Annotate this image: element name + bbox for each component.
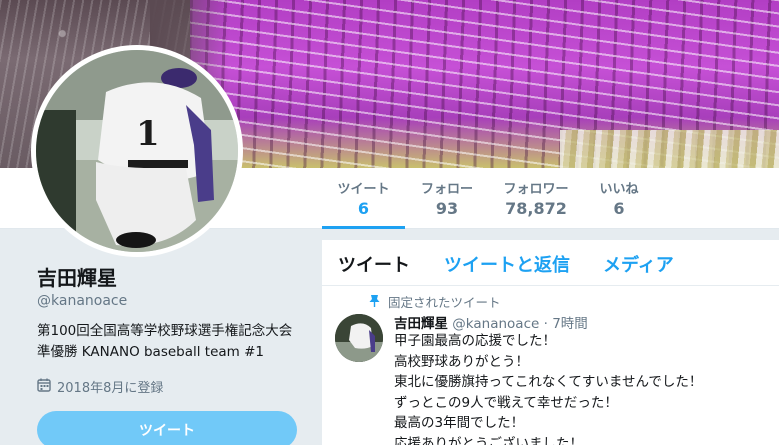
avatar-photo: 1 [36,50,238,252]
nav-tab-count: 6 [613,199,625,218]
tab-media[interactable]: メディア [603,251,674,277]
pinned-tweet-label: 固定されたツイート [369,292,501,311]
profile-handle[interactable]: @kananoace [37,293,127,309]
tweet-avatar[interactable] [335,314,383,362]
nav-tab-label: いいね [599,182,639,197]
nav-tab-following[interactable]: フォロー 93 [414,178,480,218]
nav-tab-count: 6 [357,199,370,218]
tweet-line: ずっとこの9人で戦えて幸せだった！ [394,394,618,411]
profile-bio: 第100回全国高等学校野球選手権記念大会準優勝 KANANO baseball … [37,323,293,360]
calendar-icon [37,378,51,396]
pin-icon [369,294,380,310]
nav-tab-label: フォロワー [503,182,569,197]
tweet-text: 甲子園最高の応援でした！ 高校野球ありがとう！ 東北に優勝旗持ってこれなくてすい… [394,331,774,445]
timeline-tabs: ツイート ツイートと返信 メディア [322,240,779,286]
profile-avatar[interactable]: 1 [31,45,243,257]
timeline: ツイート ツイートと返信 メディア 固定されたツイート 吉田輝星 @kanano… [322,240,779,445]
profile-name: 吉田輝星 [37,266,117,290]
tweet-line: 高校野球ありがとう！ [394,353,529,370]
tweet-to-button[interactable]: ツイート [37,411,297,445]
tweet-author-name[interactable]: 吉田輝星 [394,316,448,332]
nav-tab-followers[interactable]: フォロワー 78,872 [498,178,574,218]
tweet-header: 吉田輝星 @kananoace · 7時間 [394,312,588,332]
svg-text:1: 1 [136,114,160,154]
pinned-text: 固定されたツイート [388,295,501,310]
banner-crowd-lower [560,130,779,168]
tweet-line: 東北に優勝旗持ってこれなくてすいませんでした！ [394,374,703,390]
tab-tweets-and-replies[interactable]: ツイートと返信 [444,251,570,277]
nav-tab-count: 78,872 [505,199,567,218]
joined-text: 2018年8月に登録 [57,381,164,396]
nav-tab-label: ツイート [337,182,390,197]
joined-date: 2018年8月に登録 [37,377,163,396]
nav-tab-tweets[interactable]: ツイート 6 [322,178,405,229]
tweet-line: 最高の3年間でした！ [394,415,525,431]
tweet-separator: · [543,316,548,332]
tab-tweets[interactable]: ツイート [338,251,410,277]
nav-tab-label: フォロー [420,182,473,197]
tweet-line: 甲子園最高の応援でした！ [394,333,556,349]
tweet-timestamp[interactable]: 7時間 [552,316,588,332]
tweet-author-handle[interactable]: @kananoace [452,316,539,332]
nav-tab-count: 93 [435,199,459,218]
tweet-line: 応援ありがとうございました！ [394,435,583,445]
nav-tab-likes[interactable]: いいね 6 [594,178,644,218]
